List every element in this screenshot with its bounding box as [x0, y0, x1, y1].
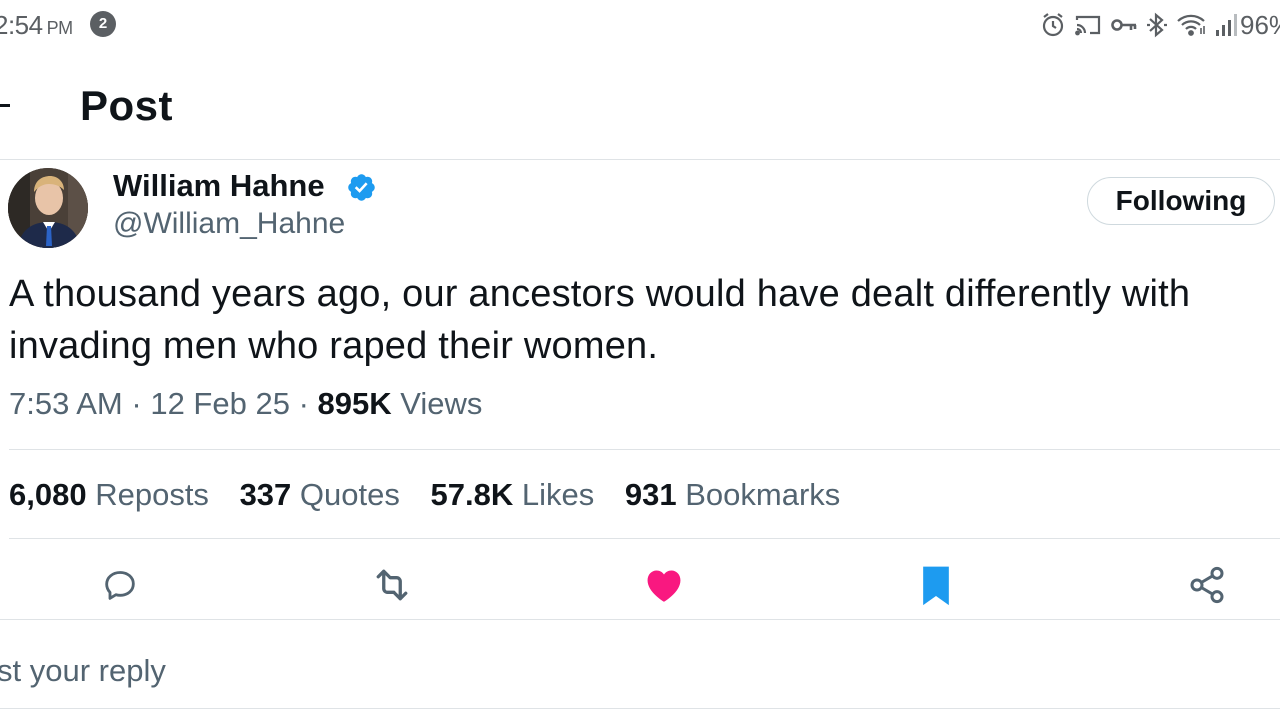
- avatar-image: [8, 168, 88, 248]
- share-icon: [1190, 566, 1224, 604]
- signal-icon: [1216, 14, 1237, 36]
- following-button[interactable]: Following: [1087, 177, 1275, 225]
- wifi-icon: [1177, 14, 1205, 36]
- status-time-ampm: PM: [46, 18, 74, 38]
- notification-count-badge: 2: [90, 11, 116, 37]
- likes-stat[interactable]: 57.8K Likes: [431, 477, 595, 512]
- views-label: Views: [400, 386, 483, 421]
- share-button[interactable]: [1182, 560, 1232, 610]
- post-stats: 6,080 Reposts 337 Quotes 57.8K Likes 931…: [9, 477, 862, 513]
- post-text: A thousand years ago, our ancestors woul…: [9, 273, 1191, 367]
- reposts-stat[interactable]: 6,080 Reposts: [9, 477, 209, 512]
- quotes-count: 337: [239, 477, 292, 512]
- quotes-label: Quotes: [299, 477, 400, 512]
- meta-separator: ·: [131, 386, 142, 421]
- cast-icon: [1075, 15, 1101, 36]
- meta-separator: ·: [298, 386, 309, 421]
- user-handle[interactable]: @William_Hahne: [113, 207, 345, 241]
- reply-button[interactable]: [95, 560, 145, 610]
- status-bar: 2:54PM 2 96%: [0, 0, 1280, 50]
- bookmarks-count: 931: [624, 477, 677, 512]
- reposts-label: Reposts: [95, 477, 209, 512]
- quotes-stat[interactable]: 337 Quotes: [240, 477, 400, 512]
- repost-button[interactable]: [367, 560, 417, 610]
- reply-divider: [0, 708, 1280, 709]
- vpn-key-icon: [1111, 19, 1137, 31]
- battery-level: 96%: [1240, 10, 1280, 40]
- status-time-value: 2:54: [0, 10, 43, 40]
- display-name[interactable]: William Hahne: [113, 168, 325, 204]
- action-bar: [0, 560, 1280, 616]
- reply-input[interactable]: st your reply: [0, 653, 166, 689]
- like-button[interactable]: [639, 560, 689, 610]
- alarm-icon: [1042, 13, 1064, 37]
- likes-count: 57.8K: [430, 477, 514, 512]
- status-time: 2:54 PM: [0, 10, 73, 41]
- post-meta: 7:53 AM · 12 Feb 25 · 895K Views: [9, 386, 482, 422]
- likes-label: Likes: [521, 477, 595, 512]
- header-divider: [0, 159, 1280, 160]
- status-icons: [1040, 10, 1240, 40]
- repost-arrows-icon: [376, 569, 408, 601]
- bluetooth-icon: [1147, 12, 1167, 38]
- bookmark-icon: [923, 566, 949, 606]
- page-title: Post: [80, 82, 174, 129]
- bookmarks-stat[interactable]: 931 Bookmarks: [625, 477, 840, 512]
- meta-divider: [9, 449, 1280, 450]
- actions-divider: [0, 619, 1280, 620]
- heart-icon: [647, 570, 681, 602]
- post-time[interactable]: 7:53 AM: [9, 386, 123, 421]
- post-date[interactable]: 12 Feb 25: [150, 386, 290, 421]
- speech-bubble-icon: [105, 571, 135, 600]
- verified-badge-icon: [348, 174, 375, 201]
- reposts-count: 6,080: [9, 477, 87, 512]
- bookmarks-label: Bookmarks: [685, 477, 841, 512]
- back-arrow-icon[interactable]: [0, 104, 10, 107]
- avatar[interactable]: [8, 168, 88, 248]
- views-count: 895K: [317, 386, 392, 421]
- bookmark-button[interactable]: [911, 560, 961, 610]
- stats-divider: [9, 538, 1280, 539]
